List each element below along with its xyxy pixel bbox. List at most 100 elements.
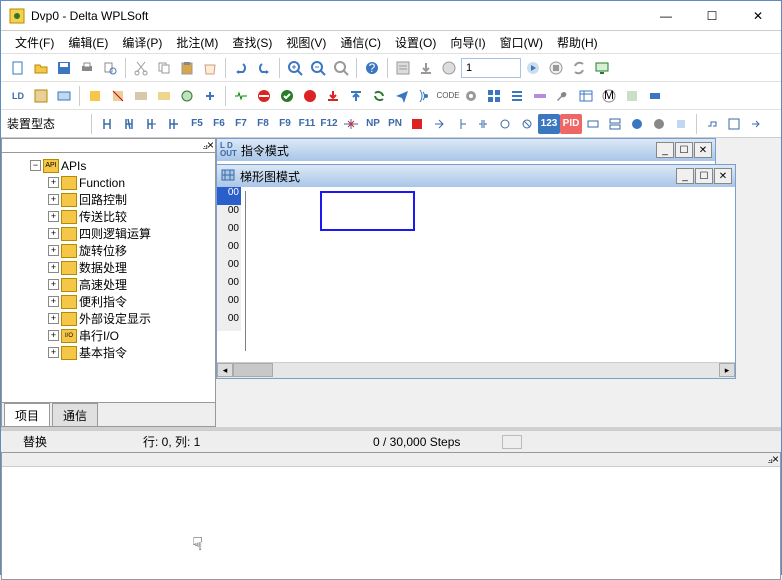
download-icon[interactable] xyxy=(415,57,437,79)
menu-settings[interactable]: 设置(O) xyxy=(391,32,440,53)
delete-icon[interactable] xyxy=(199,57,221,79)
child-maximize-button[interactable]: ☐ xyxy=(675,142,693,158)
f4-icon[interactable] xyxy=(164,114,186,134)
ld-icon[interactable]: LD xyxy=(7,85,29,107)
ladder-window[interactable]: 梯形图模式 _ ☐ ✕ 0000000000000000 ◂ ▸ xyxy=(216,164,736,379)
tree-expand-icon[interactable]: + xyxy=(48,177,59,188)
sync-icon[interactable] xyxy=(568,57,590,79)
ladder-cursor[interactable] xyxy=(320,191,415,231)
tree-expand-icon[interactable]: + xyxy=(48,245,59,256)
redo-icon[interactable] xyxy=(253,57,275,79)
tab-project[interactable]: 项目 xyxy=(4,403,50,427)
menu-file[interactable]: 文件(F) xyxy=(11,32,58,53)
tree-item[interactable]: +数据处理 xyxy=(4,259,213,276)
tree-expand-icon[interactable]: + xyxy=(48,347,59,358)
cut-icon[interactable] xyxy=(130,57,152,79)
std-icon[interactable] xyxy=(644,85,666,107)
minimize-button[interactable]: — xyxy=(643,1,689,31)
tool-icon[interactable] xyxy=(30,85,52,107)
tree-expand-icon[interactable]: + xyxy=(48,228,59,239)
f6-icon[interactable]: F6 xyxy=(208,114,230,134)
table-icon[interactable] xyxy=(575,85,597,107)
insr2-icon[interactable] xyxy=(604,114,626,134)
tool-icon[interactable] xyxy=(176,85,198,107)
insr-icon[interactable] xyxy=(582,114,604,134)
chain-icon[interactable] xyxy=(701,114,723,134)
tree-item[interactable]: +I/O串行I/O xyxy=(4,327,213,344)
tool-icon[interactable] xyxy=(230,85,252,107)
config2-icon[interactable] xyxy=(621,85,643,107)
download-red-icon[interactable] xyxy=(322,85,344,107)
tree-expand-icon[interactable]: + xyxy=(48,194,59,205)
f3-icon[interactable] xyxy=(142,114,164,134)
f9-icon[interactable]: F9 xyxy=(274,114,296,134)
stop-red-icon[interactable] xyxy=(299,85,321,107)
f5-icon[interactable]: F5 xyxy=(186,114,208,134)
tool-icon[interactable] xyxy=(84,85,106,107)
maximize-button[interactable]: ☐ xyxy=(689,1,735,31)
contact-icon[interactable] xyxy=(472,114,494,134)
inv-icon[interactable] xyxy=(428,114,450,134)
grid-icon[interactable] xyxy=(483,85,505,107)
undo-icon[interactable] xyxy=(230,57,252,79)
config-icon[interactable] xyxy=(529,85,551,107)
stop-icon[interactable] xyxy=(545,57,567,79)
ladder-row-num[interactable]: 00 xyxy=(217,313,241,331)
f11-icon[interactable]: F11 xyxy=(296,114,318,134)
print-preview-icon[interactable] xyxy=(99,57,121,79)
mass-icon[interactable]: M xyxy=(598,85,620,107)
output-panel-close[interactable]: ⟓× xyxy=(2,453,780,467)
ladder-window-titlebar[interactable]: 梯形图模式 _ ☐ ✕ xyxy=(217,165,735,187)
new-icon[interactable] xyxy=(7,57,29,79)
tool-icon[interactable] xyxy=(130,85,152,107)
f2-icon[interactable] xyxy=(120,114,142,134)
open-icon[interactable] xyxy=(30,57,52,79)
refresh-icon[interactable] xyxy=(368,85,390,107)
scroll-thumb[interactable] xyxy=(233,363,273,377)
tree-item[interactable]: +便利指令 xyxy=(4,293,213,310)
ladder-row-num[interactable]: 00 xyxy=(217,223,241,241)
tree-item[interactable]: +四则逻辑运算 xyxy=(4,225,213,242)
scroll-left-icon[interactable]: ◂ xyxy=(217,363,233,377)
np-icon[interactable]: NP xyxy=(362,114,384,134)
tool-icon[interactable] xyxy=(107,85,129,107)
code-icon[interactable]: CODE xyxy=(437,85,459,107)
tree-collapse-icon[interactable]: − xyxy=(30,160,41,171)
tree-item[interactable]: +高速处理 xyxy=(4,276,213,293)
chip-icon[interactable] xyxy=(670,114,692,134)
pid-icon[interactable]: PID xyxy=(560,114,582,134)
program-number-input[interactable] xyxy=(461,58,521,78)
tree-expand-icon[interactable]: + xyxy=(48,313,59,324)
child-close-button[interactable]: ✕ xyxy=(714,168,732,184)
list-icon[interactable] xyxy=(506,85,528,107)
side-panel-close[interactable]: ⟓× xyxy=(2,139,215,153)
zoom-out-icon[interactable] xyxy=(307,57,329,79)
zoom-fit-icon[interactable] xyxy=(330,57,352,79)
tool-icon[interactable] xyxy=(153,85,175,107)
goto-icon[interactable] xyxy=(745,114,767,134)
ladder-row-num[interactable]: 00 xyxy=(217,295,241,313)
tree-expand-icon[interactable]: + xyxy=(48,262,59,273)
tree-root[interactable]: APIs xyxy=(61,159,86,173)
globe-icon[interactable] xyxy=(626,114,648,134)
ladder-body[interactable]: 0000000000000000 xyxy=(217,187,735,362)
f12-icon[interactable]: F12 xyxy=(318,114,340,134)
api-tree[interactable]: −APIAPIs +Function+回路控制+传送比较+四则逻辑运算+旋转位移… xyxy=(2,153,215,402)
tool-icon[interactable] xyxy=(53,85,75,107)
ladder-row-num[interactable]: 00 xyxy=(217,187,241,205)
upload-icon[interactable] xyxy=(438,57,460,79)
menu-wizard[interactable]: 向导(I) xyxy=(446,32,489,53)
f7-icon[interactable]: F7 xyxy=(230,114,252,134)
brk-icon[interactable] xyxy=(406,114,428,134)
tool-icon[interactable] xyxy=(199,85,221,107)
tree-item[interactable]: +Function xyxy=(4,174,213,191)
num-icon[interactable]: 123 xyxy=(538,114,560,134)
ladder-row-num[interactable]: 00 xyxy=(217,241,241,259)
menu-comment[interactable]: 批注(M) xyxy=(172,32,222,53)
copy-icon[interactable] xyxy=(153,57,175,79)
menu-comm[interactable]: 通信(C) xyxy=(336,32,385,53)
menu-window[interactable]: 窗口(W) xyxy=(496,32,547,53)
gear2-icon[interactable] xyxy=(648,114,670,134)
coil2-icon[interactable] xyxy=(516,114,538,134)
child-minimize-button[interactable]: _ xyxy=(656,142,674,158)
